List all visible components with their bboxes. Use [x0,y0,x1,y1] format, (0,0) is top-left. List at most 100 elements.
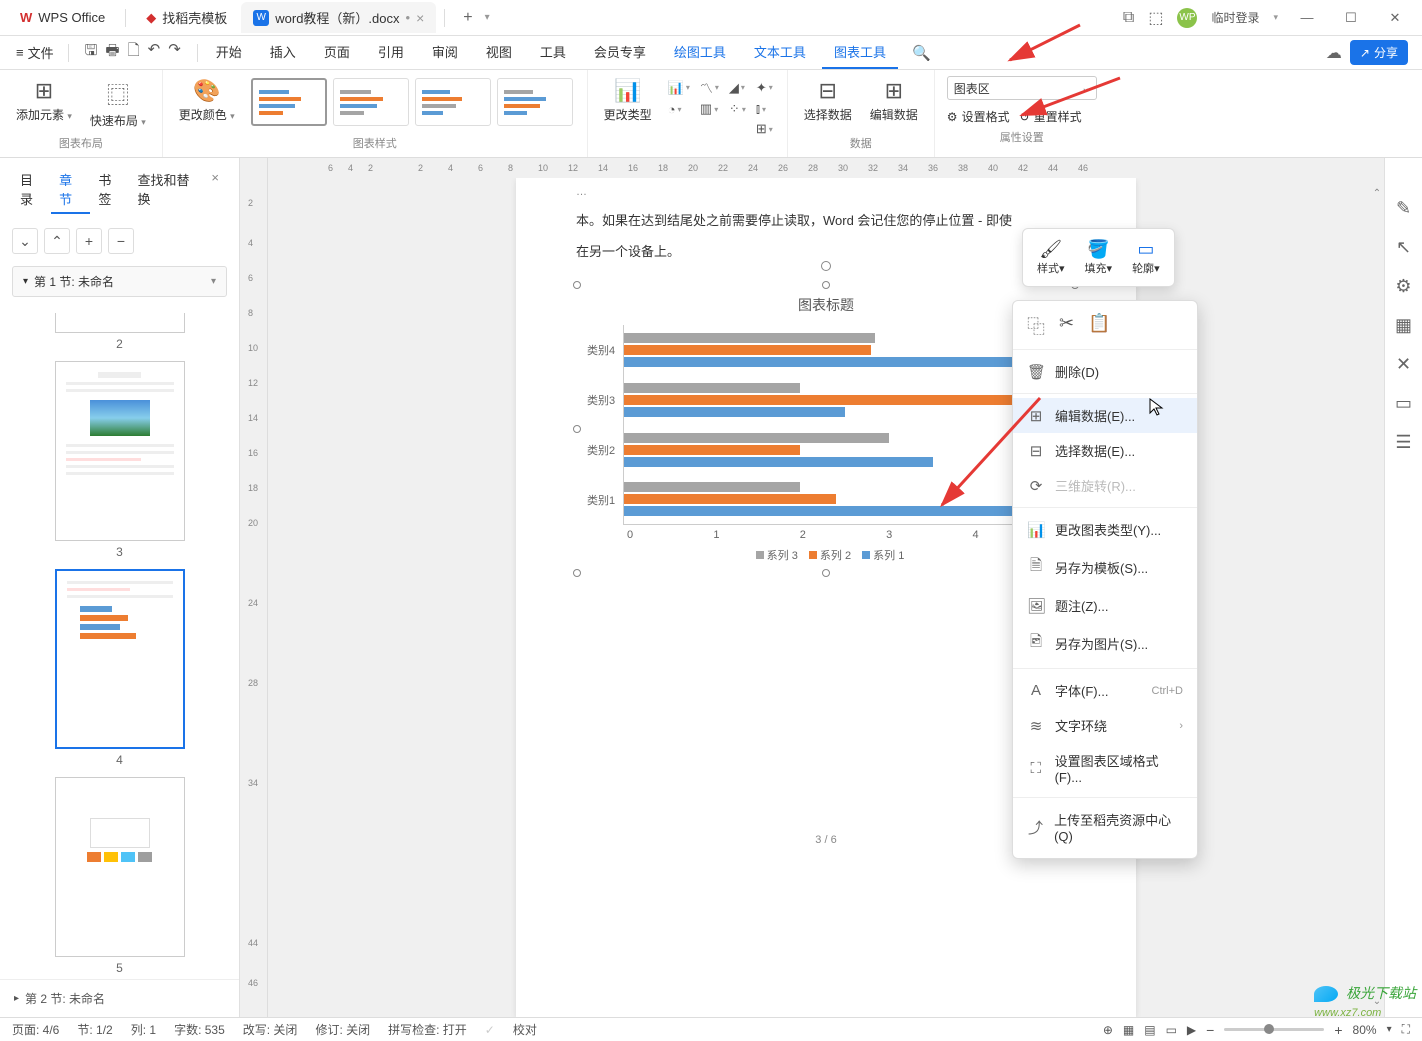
mini-style-button[interactable]: 🖌 样式▾ [1029,235,1073,280]
page-thumb-4[interactable]: 4 [30,569,209,767]
cm-delete[interactable]: 🗑删除(D) [1013,354,1197,389]
sidebar-tab-bookmark[interactable]: 书签 [90,166,129,214]
mini-fill-button[interactable]: 🪣 填充▾ [1077,235,1121,280]
menu-reference[interactable]: 引用 [366,36,416,69]
cut-icon[interactable]: ✂ [1059,313,1074,339]
new-tab-button[interactable]: + [453,3,482,33]
minimize-button[interactable]: — [1292,10,1322,25]
quick-col-icon[interactable]: ▥▾ [700,101,719,117]
view-mode-icon-5[interactable]: ▶ [1187,1023,1196,1037]
app-tab[interactable]: W WPS Office [8,4,117,31]
sidebar-close-icon[interactable]: × [203,166,227,214]
rotate-handle[interactable] [821,261,831,271]
cm-caption[interactable]: 🖼题注(Z)... [1013,588,1197,623]
resize-handle-bc[interactable] [822,569,830,577]
undo-icon[interactable]: ↶ [148,40,161,65]
view-mode-icon-2[interactable]: ▦ [1123,1023,1134,1037]
sidebar-section-1[interactable]: ▾第 1 节: 未命名 ▾ [12,266,227,297]
chart-style-2[interactable] [333,78,409,126]
cm-edit-data[interactable]: ⊞编辑数据(E)... [1013,398,1197,433]
view-mode-icon-1[interactable]: ⊕ [1103,1023,1113,1037]
status-track[interactable]: 改写: 关闭 [243,1021,298,1038]
quick-scatter-icon[interactable]: ⁘▾ [729,101,746,117]
chart-object[interactable]: 图表标题 类别4类别3类别2类别1 012345 系列 3 系列 2 系列 1 [576,284,1076,574]
zoom-in-button[interactable]: + [1334,1022,1342,1038]
fullscreen-icon[interactable]: ⛶ [1402,1022,1410,1037]
select-data-button[interactable]: ⊟ 选择数据 [798,74,858,127]
chart-style-4[interactable] [497,78,573,126]
pencil-icon[interactable]: ✎ [1396,198,1411,219]
cm-select-data[interactable]: ⊟选择数据(E)... [1013,433,1197,468]
sidebar-add-button[interactable]: + [76,228,102,254]
zoom-level[interactable]: 80% [1353,1023,1377,1037]
maximize-button[interactable]: ☐ [1336,10,1366,26]
resize-handle-tc[interactable] [822,281,830,289]
cube-icon[interactable]: ⬚ [1148,8,1163,28]
resize-handle-ml[interactable] [573,425,581,433]
page-thumb-3[interactable]: 3 [30,361,209,559]
resize-handle-tl[interactable] [573,281,581,289]
page-icon[interactable]: ▭ [1395,393,1412,414]
mini-outline-button[interactable]: ▭ 轮廓▾ [1124,235,1168,280]
resize-handle-bl[interactable] [573,569,581,577]
menu-page[interactable]: 页面 [312,36,362,69]
status-revise[interactable]: 修订: 关闭 [315,1021,370,1038]
close-button[interactable]: ✕ [1380,10,1410,26]
zoom-out-button[interactable]: − [1206,1022,1214,1038]
print-icon[interactable]: 🖶 [105,40,119,65]
cm-change-type[interactable]: 📊更改图表类型(Y)... [1013,512,1197,547]
menu-text-tools[interactable]: 文本工具 [742,36,818,69]
chart-style-3[interactable] [415,78,491,126]
add-element-button[interactable]: ⊞ 添加元素 ▾ [10,74,78,127]
sidebar-tab-find[interactable]: 查找和替换 [130,166,204,214]
grid-icon[interactable]: ▦ [1395,315,1412,336]
menu-view[interactable]: 视图 [474,36,524,69]
menu-insert[interactable]: 插入 [258,36,308,69]
view-mode-icon-3[interactable]: ▤ [1144,1023,1155,1037]
menu-chart-tools[interactable]: 图表工具 [822,36,898,69]
tab-document[interactable]: W word教程（新）.docx • × [241,2,436,33]
change-color-button[interactable]: 🎨 更改颜色 ▾ [173,74,241,127]
cm-save-image[interactable]: 🖻另存为图片(S)... [1013,623,1197,664]
page-thumb-5[interactable]: 5 [30,777,209,975]
quick-area-icon[interactable]: ◢▾ [729,78,746,97]
share-button[interactable]: ↗ 分享 [1350,40,1408,65]
sidebar-section-2[interactable]: ▸ 第 2 节: 未命名 [0,979,239,1017]
quick-line-icon[interactable]: 〽▾ [700,78,719,97]
search-icon[interactable]: 🔍 [898,38,945,68]
cm-format-area[interactable]: ⛶设置图表区域格式(F)... [1013,743,1197,793]
status-words[interactable]: 字数: 535 [174,1021,225,1038]
quick-layout-button[interactable]: ⿴ 快速布局 ▾ [84,74,152,133]
preview-icon[interactable]: 🗋 [128,40,140,65]
chart-area-select[interactable]: 图表区 ⌄ [947,76,1097,100]
cm-save-template[interactable]: 🗎另存为模板(S)... [1013,547,1197,588]
redo-icon[interactable]: ↷ [168,40,181,65]
view-mode-icon-4[interactable]: ▭ [1166,1023,1177,1037]
zoom-slider[interactable] [1224,1028,1324,1031]
sidebar-up-button[interactable]: ⌃ [44,228,70,254]
settings-icon[interactable]: ⚙ [1395,276,1411,297]
section-menu-icon[interactable]: ▾ [211,276,216,287]
zoom-menu-icon[interactable]: ▾ [1387,1024,1392,1035]
menu-draw-tools[interactable]: 绘图工具 [662,36,738,69]
cloud-icon[interactable]: ☁ [1326,43,1342,63]
save-icon[interactable]: 🖫 [85,40,98,65]
login-label[interactable]: 临时登录 [1211,9,1259,26]
layers-icon[interactable]: ☰ [1395,432,1411,453]
pointer-icon[interactable]: ↖ [1396,237,1411,258]
cm-font[interactable]: A字体(F)...Ctrl+D [1013,673,1197,708]
sidebar-tab-catalog[interactable]: 目录 [12,166,51,214]
quick-star-icon[interactable]: ✦▾ [756,78,773,97]
menu-member[interactable]: 会员专享 [582,36,658,69]
quick-bar-icon[interactable]: 📊▾ [668,78,690,97]
change-type-button[interactable]: 📊 更改类型 [598,74,658,127]
menu-review[interactable]: 审阅 [420,36,470,69]
copy-icon[interactable]: ⿻ [1027,313,1045,339]
quick-combo-icon[interactable]: ⫾▾ [756,101,773,117]
sidebar-tab-chapter[interactable]: 章节 [51,166,90,214]
tab-template[interactable]: ◆ 找稻壳模板 [134,2,239,33]
status-spell[interactable]: 拼写检查: 打开 [388,1021,467,1038]
tools-icon[interactable]: ✕ [1396,354,1411,375]
status-proof[interactable]: 校对 [513,1021,537,1038]
menu-start[interactable]: 开始 [204,36,254,69]
